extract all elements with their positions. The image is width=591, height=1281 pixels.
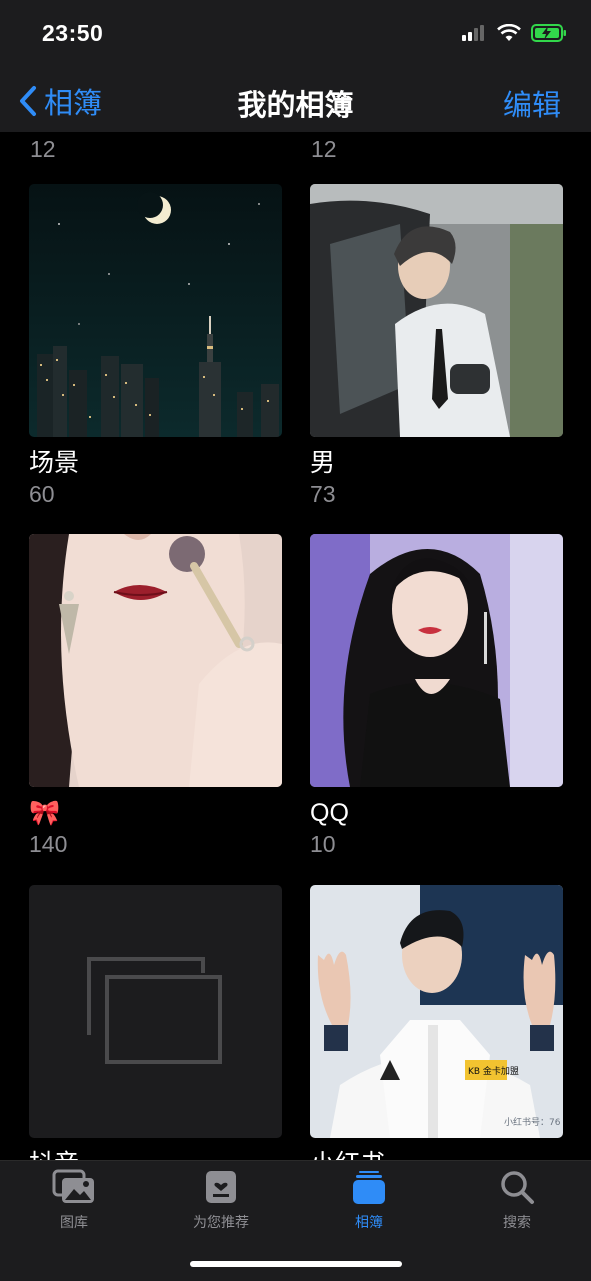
- home-indicator[interactable]: [190, 1261, 402, 1267]
- album-bow[interactable]: 🎀 140: [29, 534, 282, 859]
- album-thumbnail-waving-man: KB 金卡加盟 小红书号：76: [310, 885, 563, 1138]
- album-thumbnail-woman-portrait: [310, 534, 563, 787]
- edit-button[interactable]: 编辑: [503, 82, 561, 124]
- navigation-bar: 相簿 我的相簿 编辑: [0, 70, 591, 132]
- album-title: 小红书: [310, 1148, 563, 1160]
- watermark-text: 小红书号：76: [504, 1116, 561, 1128]
- for-you-icon: [206, 1171, 236, 1203]
- status-time: 23:50: [42, 20, 104, 46]
- albums-icon: [353, 1171, 385, 1204]
- tab-label: 图库: [60, 1214, 88, 1230]
- album-title: 场景: [29, 449, 80, 477]
- jacket-badge-text: KB 金卡加盟: [468, 1065, 519, 1077]
- album-count-partial: 12: [311, 136, 337, 162]
- album-title: 男: [310, 449, 336, 477]
- album-xiaohongshu[interactable]: KB 金卡加盟 小红书号：76 小红书: [310, 885, 563, 1160]
- album-count: 10: [310, 831, 336, 857]
- album-count-partial: 12: [30, 136, 56, 162]
- album-title: QQ: [310, 799, 349, 827]
- album-count: 73: [310, 481, 336, 507]
- photos-icon: [52, 1169, 94, 1203]
- status-icons: [461, 24, 567, 42]
- album-thumbnail-night-city: [29, 184, 282, 437]
- album-qq[interactable]: QQ 10: [310, 534, 563, 859]
- albums-grid: 12 12 场景 60 男 73 🎀 140 QQ 10 KB 金卡加盟 小红书…: [0, 132, 591, 1160]
- search-icon: [501, 1171, 534, 1204]
- tab-label: 相簿: [355, 1214, 383, 1230]
- tab-label: 为您推荐: [193, 1214, 249, 1230]
- tab-label: 搜索: [503, 1214, 531, 1230]
- cellular-signal-icon: [462, 25, 484, 41]
- album-count: 60: [29, 481, 55, 507]
- wifi-icon: [497, 24, 521, 41]
- album-douyin[interactable]: 抖音: [29, 885, 282, 1160]
- tab-for-you[interactable]: 为您推荐: [161, 1169, 281, 1232]
- album-title: 抖音: [29, 1148, 282, 1160]
- album-count: 140: [29, 831, 68, 857]
- album-men[interactable]: 男 73: [310, 184, 563, 509]
- album-thumbnail-empty: [29, 885, 282, 1138]
- empty-album-placeholder-icon: [87, 957, 222, 1064]
- tab-search[interactable]: 搜索: [457, 1169, 577, 1232]
- album-thumbnail-man-in-car: [310, 184, 563, 437]
- tab-albums[interactable]: 相簿: [309, 1169, 429, 1232]
- tab-library[interactable]: 图库: [14, 1169, 134, 1232]
- status-bar: 23:50: [0, 0, 591, 70]
- album-scenes[interactable]: 场景 60: [29, 184, 282, 509]
- album-thumbnail-makeup: [29, 534, 282, 787]
- album-title: 🎀: [29, 799, 61, 827]
- battery-charging-icon: [531, 24, 566, 42]
